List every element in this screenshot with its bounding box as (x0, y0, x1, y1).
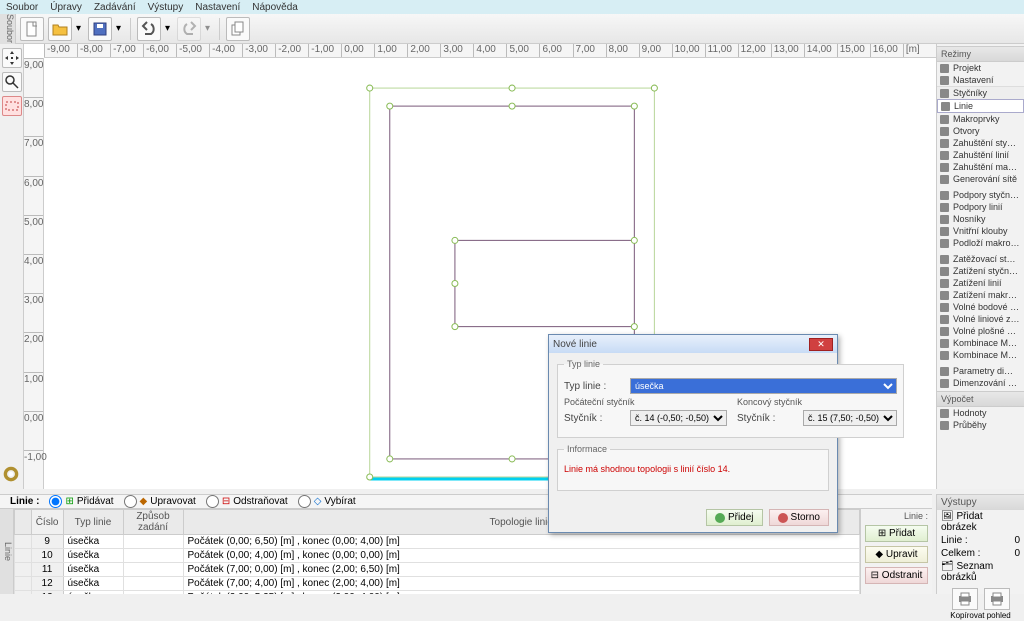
rpanel-komb-msu[interactable]: Kombinace MSÚ (937, 337, 1024, 349)
mode-remove[interactable]: ⊟ Odstraňovat (206, 495, 288, 508)
rpanel-nastaveni[interactable]: Nastavení (937, 74, 1024, 86)
redo-button[interactable] (177, 17, 201, 41)
rpanel-prubehy[interactable]: Průběhy (937, 419, 1024, 431)
print-button-2[interactable] (984, 588, 1010, 610)
copy-view-button[interactable] (226, 17, 250, 41)
rpanel-zatez-linii[interactable]: Zatížení linií (937, 277, 1024, 289)
menu-upravy[interactable]: Úpravy (50, 2, 82, 13)
rpanel-volne-lin[interactable]: Volné liniové zatížení (937, 313, 1024, 325)
select-stycnik-2[interactable]: č. 15 (7,50; -0,50) (803, 410, 897, 426)
mode-add[interactable]: ⊞ Přidávat (49, 495, 113, 508)
dialog-cancel-button[interactable]: Storno (769, 509, 829, 526)
rpanel-komb-msp[interactable]: Kombinace MSP (937, 349, 1024, 361)
save-file-button[interactable] (88, 17, 112, 41)
print-button-1[interactable] (952, 588, 978, 610)
table-row[interactable]: 13 úsečkaPočátek (2,00; 5,25) [m] , kone… (15, 591, 860, 595)
rpanel-klouby[interactable]: Vnitřní klouby (937, 225, 1024, 237)
menu-vystupy[interactable]: Výstupy (148, 2, 184, 13)
lbl-stycnik-2: Styčník : (737, 413, 797, 424)
rpanel-linie[interactable]: Linie (937, 99, 1024, 113)
output-copy-view[interactable]: Kopírovat pohled (937, 610, 1024, 621)
output-header: Výstupy (937, 495, 1024, 510)
settings-gear[interactable] (2, 465, 20, 486)
btn-table-edit[interactable]: ◆ Upravit (865, 546, 928, 563)
dialog-group-type: Typ linie Typ linie : úsečka Počáteční s… (557, 359, 904, 438)
rpanel-podpory-styc[interactable]: Podpory styčníků (937, 189, 1024, 201)
rpanel-zahust-linii[interactable]: Zahuštění linií (937, 149, 1024, 161)
output-linie-count: Linie : 0 (937, 534, 1024, 547)
menu-zadavani[interactable]: Zadávání (94, 2, 136, 13)
dialog-info-text: Linie má shodnou topologii s linií číslo… (564, 464, 822, 474)
table-row[interactable]: 11 úsečkaPočátek (7,00; 0,00) [m] , kone… (15, 563, 860, 577)
dialog-group-info: Informace Linie má shodnou topologii s l… (557, 444, 829, 491)
rpanel-volne-plos[interactable]: Volné plošné zatížení (937, 325, 1024, 337)
dialog-title: Nové linie (553, 339, 597, 350)
menu-napoveda[interactable]: Nápověda (252, 2, 298, 13)
toolbar-vtab: Soubor (0, 14, 16, 44)
menubar: Soubor Úpravy Zadávání Výstupy Nastavení… (0, 0, 1024, 14)
lbl-typ-linie: Typ linie : (564, 381, 624, 392)
table-row[interactable]: 9 úsečkaPočátek (0,00; 6,50) [m] , konec… (15, 535, 860, 549)
menu-soubor[interactable]: Soubor (6, 2, 38, 13)
rpanel-projekt[interactable]: Projekt (937, 62, 1024, 74)
open-file-button[interactable] (48, 17, 72, 41)
rpanel-podlozi[interactable]: Podloží makroprvků (937, 237, 1024, 249)
rpanel-volne-bod[interactable]: Volné bodové zatížení (937, 301, 1024, 313)
output-add-image[interactable]: 🖼 Přidat obrázek (937, 510, 1024, 534)
btn-table-del[interactable]: ⊟ Odstranit (865, 567, 928, 584)
dialog-new-line: Nové linie ✕ Typ linie Typ linie : úsečk… (548, 334, 838, 533)
rpanel-hodnoty[interactable]: Hodnoty (937, 407, 1024, 419)
new-file-button[interactable] (20, 17, 44, 41)
rpanel-zatez-stavy[interactable]: Zatěžovací stavy (937, 253, 1024, 265)
table-vtab: Linie (0, 509, 14, 594)
ruler-horizontal: -9,00-8,00-7,00-6,00-5,00-4,00-3,00-2,00… (44, 44, 936, 58)
zoom-tool[interactable] (2, 72, 22, 92)
th-zpusob: Způsob zadání (123, 510, 183, 535)
rpanel-podpory-linii[interactable]: Podpory linií (937, 201, 1024, 213)
right-panel: Režimy Projekt Nastavení Styčníky Linie … (936, 44, 1024, 489)
rbottom-label: Linie : (861, 509, 932, 523)
undo-button[interactable] (137, 17, 161, 41)
left-toolbar (0, 44, 24, 489)
rpanel-zahust-makro[interactable]: Zahuštění makroprvků (937, 161, 1024, 173)
rpanel-dim-makro[interactable]: Dimenzování makroprvků (937, 377, 1024, 389)
mode-select[interactable]: ◇ Vybírat (298, 495, 356, 508)
th-cislo: Číslo (31, 510, 63, 535)
lbl-pocatecni: Počáteční styčník (564, 397, 727, 407)
output-total-count: Celkem : 0 (937, 547, 1024, 560)
rpanel-nosniky[interactable]: Nosníky (937, 213, 1024, 225)
rpanel-zatez-styc[interactable]: Zatížení styčníků (937, 265, 1024, 277)
top-toolbar: ▾ ▾ ▾ ▾ (0, 14, 1024, 44)
table-row[interactable]: 10 úsečkaPočátek (0,00; 4,00) [m] , kone… (15, 549, 860, 563)
rpanel-generovani[interactable]: Generování sítě (937, 173, 1024, 185)
mode-edit[interactable]: ◆ Upravovat (124, 495, 196, 508)
rpanel-header-vypocet: Výpočet (937, 391, 1024, 407)
menu-nastaveni[interactable]: Nastavení (195, 2, 240, 13)
th-typ: Typ linie (63, 510, 123, 535)
ruler-vertical: 9,008,007,006,005,004,003,002,001,000,00… (24, 58, 44, 489)
rpanel-makroprvky[interactable]: Makroprvky (937, 113, 1024, 125)
rpanel-header-rezimy: Režimy (937, 46, 1024, 62)
output-panel: Výstupy 🖼 Přidat obrázek Linie : 0 Celke… (936, 494, 1024, 594)
dialog-close-button[interactable]: ✕ (809, 338, 833, 351)
dialog-ok-button[interactable]: Přidej (706, 509, 763, 526)
lbl-koncovy: Koncový styčník (737, 397, 897, 407)
select-typ-linie[interactable]: úsečka (630, 378, 897, 394)
select-stycnik-1[interactable]: č. 14 (-0,50; -0,50) (630, 410, 727, 426)
rpanel-param-dim[interactable]: Parametry dimenzování (937, 365, 1024, 377)
move-tool[interactable] (2, 48, 22, 68)
rpanel-stycniky[interactable]: Styčníky (937, 86, 1024, 99)
rpanel-zahust-styc[interactable]: Zahuštění styčníků (937, 137, 1024, 149)
btn-table-add[interactable]: ⊞ Přidat (865, 525, 928, 542)
output-image-list[interactable]: 🗂 Seznam obrázků (937, 560, 1024, 584)
table-row[interactable]: 12 úsečkaPočátek (7,00; 4,00) [m] , kone… (15, 577, 860, 591)
select-tool[interactable] (2, 96, 22, 116)
dialog-titlebar[interactable]: Nové linie ✕ (549, 335, 837, 353)
mode-label: Linie : (10, 496, 39, 507)
rpanel-otvory[interactable]: Otvory (937, 125, 1024, 137)
rpanel-zatez-makro[interactable]: Zatížení makroprvků (937, 289, 1024, 301)
lbl-stycnik-1: Styčník : (564, 413, 624, 424)
